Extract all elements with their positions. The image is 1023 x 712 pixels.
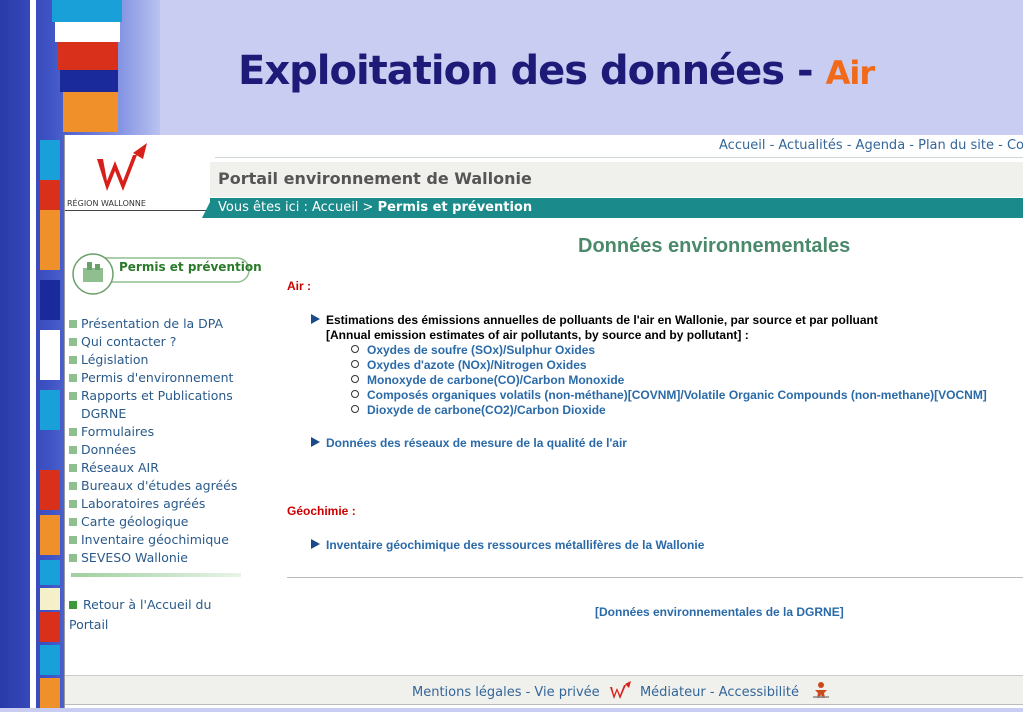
sidebar-item-donnees[interactable]: Données <box>69 441 246 459</box>
geochem-section-label: Géochimie : <box>287 504 356 518</box>
sidebar-item-permis[interactable]: Permis d'environnement <box>69 369 246 387</box>
accessibility-icon[interactable] <box>811 681 831 699</box>
sidebar-menu: Présentation de la DPA Qui contacter ? L… <box>69 315 246 567</box>
sidebar-divider <box>71 573 241 577</box>
mediator-links[interactable]: Médiateur - Accessibilité <box>640 685 799 700</box>
breadcrumb-current: Permis et prévention <box>377 200 533 215</box>
slide-title: Exploitation des données - Air <box>238 48 876 94</box>
section-badge[interactable]: Permis et prévention <box>71 248 262 296</box>
sidebar-item-bureaux[interactable]: Bureaux d'études agréés <box>69 477 246 495</box>
circle-bullet-icon <box>351 390 359 398</box>
sidebar-item-presentation[interactable]: Présentation de la DPA <box>69 315 246 333</box>
geochem-item[interactable]: Inventaire géochimique des ressources mé… <box>311 538 704 552</box>
portal-title: Portail environnement de Wallonie <box>218 169 532 188</box>
website-screenshot: Accueil - Actualités - Agenda - Plan du … <box>64 135 1023 708</box>
pollutant-label: Dioxyde de carbone(CO2)/Carbon Dioxide <box>367 403 606 417</box>
logo-text: RÉGION WALLONNE <box>67 199 146 208</box>
circle-bullet-icon <box>351 375 359 383</box>
top-nav-divider <box>215 157 1023 158</box>
back-to-portal-link[interactable]: Retour à l'Accueil du Portail <box>69 595 249 635</box>
pollutant-link-covnm[interactable]: Composés organiques volatils (non-méthan… <box>351 388 987 403</box>
square-bullet-icon <box>69 601 77 609</box>
logo-divider <box>65 210 210 211</box>
footer-links: Mentions légales - Vie privée Médiateur … <box>412 681 831 700</box>
circle-bullet-icon <box>351 405 359 413</box>
pollutant-label: Oxydes d'azote (NOx)/Nitrogen Oxides <box>367 358 587 372</box>
region-wallonne-logo-icon[interactable] <box>93 141 153 196</box>
sidebar-item-rapports[interactable]: Rapports et Publications DGRNE <box>69 387 246 423</box>
region-logo-small-icon <box>609 681 631 699</box>
content-divider <box>287 577 1023 578</box>
pollutant-label: Monoxyde de carbone(CO)/Carbon Monoxide <box>367 373 625 387</box>
dgrne-link[interactable]: [Données environnementales de la DGRNE] <box>595 605 844 619</box>
breadcrumb-prefix[interactable]: Vous êtes ici : Accueil > <box>218 200 378 215</box>
geochem-link[interactable]: Inventaire géochimique des ressources mé… <box>326 538 704 552</box>
air-section-label: Air : <box>287 279 311 293</box>
sidebar-item-contact[interactable]: Qui contacter ? <box>69 333 246 351</box>
sidebar-item-laboratoires[interactable]: Laboratoires agréés <box>69 495 246 513</box>
page-title: Données environnementales <box>578 235 851 257</box>
badge-label: Permis et prévention <box>119 260 262 274</box>
pollutant-label: Composés organiques volatils (non-méthan… <box>367 388 987 402</box>
arrow-right-icon <box>311 539 320 549</box>
sidebar-item-inventaire[interactable]: Inventaire géochimique <box>69 531 246 549</box>
estimations-line2: [Annual emission estimates of air pollut… <box>326 328 749 342</box>
arrow-right-icon <box>311 314 320 324</box>
slide-title-accent: Air <box>825 54 876 92</box>
circle-bullet-icon <box>351 345 359 353</box>
estimations-heading: Estimations des émissions annuelles de p… <box>311 313 878 327</box>
arrow-right-icon <box>311 437 320 447</box>
pollutant-link-co[interactable]: Monoxyde de carbone(CO)/Carbon Monoxide <box>351 373 987 388</box>
slide-title-main: Exploitation des données - <box>238 48 826 94</box>
sidebar-item-reseaux-air[interactable]: Réseaux AIR <box>69 459 246 477</box>
pollutant-link-nox[interactable]: Oxydes d'azote (NOx)/Nitrogen Oxides <box>351 358 987 373</box>
breadcrumb: Vous êtes ici : Accueil > Permis et prév… <box>210 198 1023 218</box>
top-nav-links[interactable]: Accueil - Actualités - Agenda - Plan du … <box>719 138 1023 153</box>
pollutant-link-sox[interactable]: Oxydes de soufre (SOx)/Sulphur Oxides <box>351 343 987 358</box>
circle-bullet-icon <box>351 360 359 368</box>
sidebar-item-seveso[interactable]: SEVESO Wallonie <box>69 549 246 567</box>
pollutant-list: Oxydes de soufre (SOx)/Sulphur Oxides Ox… <box>351 343 987 418</box>
footer: Mentions légales - Vie privée Médiateur … <box>65 675 1023 705</box>
air-networks-item[interactable]: Données des réseaux de mesure de la qual… <box>311 436 627 450</box>
legal-links[interactable]: Mentions légales - Vie privée <box>412 685 600 700</box>
air-networks-link[interactable]: Données des réseaux de mesure de la qual… <box>326 436 627 450</box>
sidebar-item-formulaires[interactable]: Formulaires <box>69 423 246 441</box>
pollutant-label: Oxydes de soufre (SOx)/Sulphur Oxides <box>367 343 596 357</box>
back-link-label: Retour à l'Accueil du Portail <box>69 597 212 632</box>
estimations-line1: Estimations des émissions annuelles de p… <box>326 313 878 327</box>
sidebar-item-legislation[interactable]: Législation <box>69 351 246 369</box>
sidebar-item-carte[interactable]: Carte géologique <box>69 513 246 531</box>
pollutant-link-co2[interactable]: Dioxyde de carbone(CO2)/Carbon Dioxide <box>351 403 987 418</box>
